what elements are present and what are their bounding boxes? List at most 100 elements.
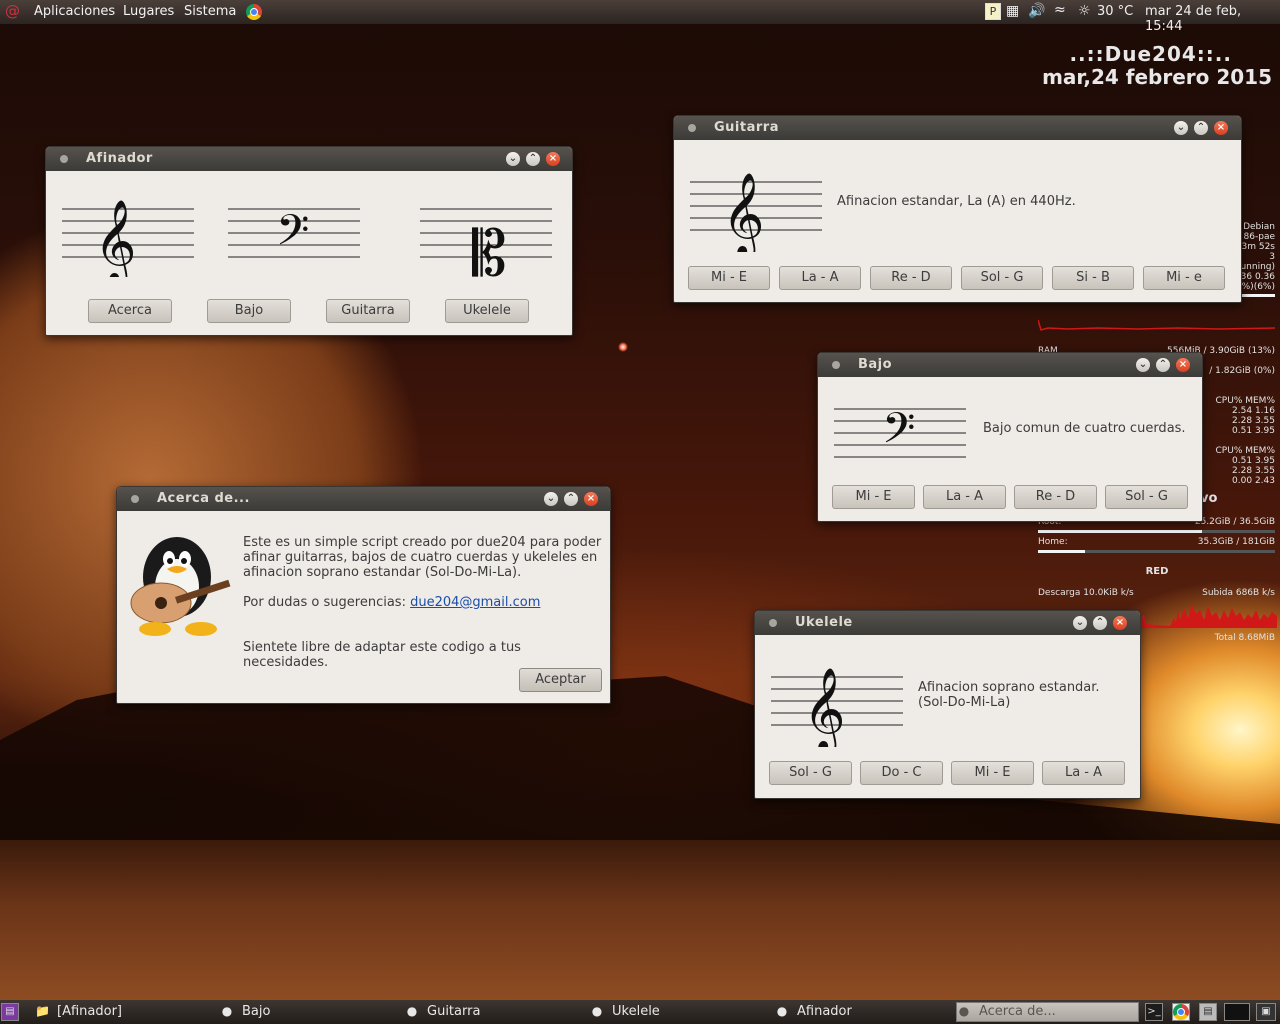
menu-lugares[interactable]: Lugares — [123, 4, 174, 19]
maximize-icon[interactable]: ⌃ — [526, 152, 540, 166]
guitarra-note-mi-e-button[interactable]: Mi - E — [688, 266, 770, 290]
task-afinador-minimized[interactable]: 📁 [Afinador] — [35, 1003, 122, 1021]
network-graph — [1140, 604, 1277, 628]
task-bajo[interactable]: ● Bajo — [220, 1003, 271, 1021]
ukelele-description-line-2: (Sol-Do-Mi-La) — [918, 695, 1011, 710]
ukelele-note-la-a-button[interactable]: La - A — [1042, 761, 1125, 785]
guitarra-note-sol-g-button[interactable]: Sol - G — [961, 266, 1043, 290]
workspace-switcher-icon-2[interactable] — [1224, 1003, 1250, 1021]
home-usage-bar — [1038, 550, 1275, 553]
conky-date: mar,24 febrero 2015 — [1042, 65, 1272, 89]
titlebar[interactable]: Acerca de... ⌄ ⌃ × — [117, 487, 610, 511]
task-label: [Afinador] — [57, 1004, 122, 1019]
aceptar-button[interactable]: Aceptar — [519, 668, 602, 692]
bajo-note-la-a-button[interactable]: La - A — [923, 485, 1006, 509]
minimize-icon[interactable]: ⌄ — [506, 152, 520, 166]
ukelele-note-sol-g-button[interactable]: Sol - G — [769, 761, 852, 785]
folder-icon: 📁 — [35, 1004, 50, 1018]
window-title: Guitarra — [714, 120, 779, 135]
guitarra-note-la-a-button[interactable]: La - A — [779, 266, 861, 290]
close-icon[interactable]: × — [1113, 616, 1127, 630]
temperature-label[interactable]: 30 °C — [1097, 4, 1133, 19]
bajo-button[interactable]: Bajo — [207, 299, 291, 323]
guitarra-button[interactable]: Guitarra — [326, 299, 410, 323]
download-label: Descarga 10.0KiB k/s — [1038, 588, 1134, 598]
task-label: Afinador — [797, 1004, 852, 1019]
maximize-icon[interactable]: ⌃ — [1194, 121, 1208, 135]
task-ukelele[interactable]: ● Ukelele — [590, 1003, 660, 1021]
bajo-note-sol-g-button[interactable]: Sol - G — [1105, 485, 1188, 509]
menu-sistema[interactable]: Sistema — [184, 4, 236, 19]
home-value: 35.3GiB / 181GiB — [1197, 537, 1275, 547]
chrome-taskbar-icon[interactable] — [1172, 1003, 1190, 1021]
task-guitarra[interactable]: ● Guitarra — [405, 1003, 481, 1021]
tray-p-icon[interactable]: P — [985, 3, 1001, 20]
bajo-note-mi-e-button[interactable]: Mi - E — [832, 485, 915, 509]
window-menu-icon[interactable] — [769, 619, 777, 627]
ukelele-button[interactable]: Ukelele — [445, 299, 529, 323]
ukelele-note-mi-e-button[interactable]: Mi - E — [951, 761, 1034, 785]
guitarra-note-si-b-button[interactable]: Si - B — [1052, 266, 1134, 290]
window-acerca-de: Acerca de... ⌄ ⌃ × Este es un simple scr… — [116, 486, 611, 704]
window-menu-icon[interactable] — [60, 155, 68, 163]
close-icon[interactable]: × — [1214, 121, 1228, 135]
upload-label: Subida 686B k/s — [1202, 588, 1275, 598]
guitarra-description: Afinacion estandar, La (A) en 440Hz. — [837, 194, 1076, 209]
task-label: Guitarra — [427, 1004, 481, 1019]
titlebar[interactable]: Afinador ⌄ ⌃ × — [46, 147, 572, 171]
window-menu-icon[interactable] — [832, 361, 840, 369]
menu-aplicaciones[interactable]: Aplicaciones — [34, 4, 115, 19]
window-menu-icon[interactable] — [688, 124, 696, 132]
net-title: RED — [1145, 566, 1169, 577]
swap-value: / 1.82GiB (0%) — [1209, 366, 1275, 376]
volume-icon[interactable]: 🔊 — [1028, 3, 1045, 19]
tux-icon: ● — [776, 1004, 788, 1018]
minimize-icon[interactable]: ⌄ — [1174, 121, 1188, 135]
treble-clef-icon: 𝄞 — [62, 198, 194, 277]
tux-icon: ● — [221, 1004, 233, 1018]
contact-email-link[interactable]: due204@gmail.com — [410, 595, 540, 610]
maximize-icon[interactable]: ⌃ — [1156, 358, 1170, 372]
trash-icon[interactable]: ▣ — [1256, 1003, 1276, 1021]
minimize-icon[interactable]: ⌄ — [1073, 616, 1087, 630]
ukelele-note-do-c-button[interactable]: Do - C — [860, 761, 943, 785]
bajo-note-re-d-button[interactable]: Re - D — [1014, 485, 1097, 509]
acerca-button[interactable]: Acerca — [88, 299, 172, 323]
weather-sun-icon[interactable]: ☼ — [1078, 3, 1091, 19]
minimize-icon[interactable]: ⌄ — [1136, 358, 1150, 372]
show-desktop-icon[interactable]: ▤ — [1, 1003, 19, 1021]
guitarra-note-mi-e-high-button[interactable]: Mi - e — [1143, 266, 1225, 290]
titlebar[interactable]: Ukelele ⌄ ⌃ × — [755, 611, 1140, 635]
maximize-icon[interactable]: ⌃ — [1093, 616, 1107, 630]
tux-icon: ● — [958, 1004, 970, 1018]
home-label: Home: — [1038, 537, 1068, 547]
close-icon[interactable]: × — [546, 152, 560, 166]
svg-text:𝄞: 𝄞 — [803, 666, 846, 747]
close-icon[interactable]: × — [1176, 358, 1190, 372]
proc-table-1: CPU% MEM% 2.54 1.16 2.28 3.55 0.51 3.95 — [1205, 396, 1275, 436]
proc-row: 0.51 3.95 — [1232, 456, 1275, 466]
wifi-icon[interactable]: ≈ — [1054, 2, 1066, 18]
debian-logo-icon[interactable]: @ — [5, 3, 20, 19]
window-menu-icon[interactable] — [131, 495, 139, 503]
clock[interactable]: mar 24 de feb, 15:44 — [1145, 4, 1280, 34]
guitarra-note-re-d-button[interactable]: Re - D — [870, 266, 952, 290]
window-title: Ukelele — [795, 615, 853, 630]
task-afinador[interactable]: ● Afinador — [775, 1003, 852, 1021]
cpu-bar — [1242, 294, 1275, 297]
svg-text:𝄞: 𝄞 — [94, 198, 137, 277]
titlebar[interactable]: Bajo ⌄ ⌃ × — [818, 353, 1202, 377]
about-line-2: afinar guitarras, bajos de cuatro cuerda… — [243, 550, 598, 565]
maximize-icon[interactable]: ⌃ — [564, 492, 578, 506]
minimize-icon[interactable]: ⌄ — [544, 492, 558, 506]
close-icon[interactable]: × — [584, 492, 598, 506]
about-line-3: afinacion soprano estandar (Sol-Do-Mi-La… — [243, 565, 522, 580]
titlebar[interactable]: Guitarra ⌄ ⌃ × — [674, 116, 1241, 140]
chrome-launcher-icon[interactable] — [246, 4, 262, 20]
treble-clef-icon: 𝄞 — [690, 171, 822, 252]
terminal-icon[interactable]: >_ — [1145, 1003, 1163, 1021]
workspace-switcher-icon[interactable]: ▤ — [1199, 1003, 1217, 1021]
task-acerca-de[interactable]: ● Acerca de... — [956, 1002, 1139, 1022]
network-manager-icon[interactable]: ▦ — [1006, 3, 1019, 19]
proc-row: 0.00 2.43 — [1232, 476, 1275, 486]
